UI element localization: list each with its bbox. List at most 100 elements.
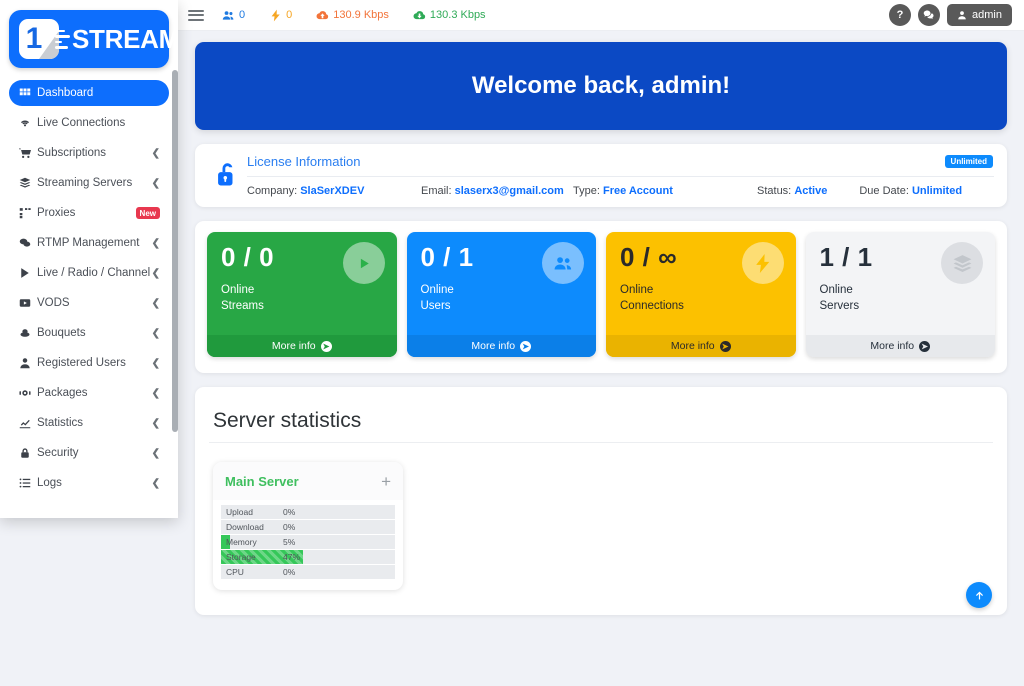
server-metrics: Upload 0% Download 0% Memory 5% Storage 47% CPU 0… (213, 500, 403, 590)
chevron-left-icon[interactable]: ❮ (152, 388, 160, 399)
stat-card-more-info[interactable]: More info ➤ (805, 335, 995, 357)
play-icon (20, 268, 29, 278)
list-icon (19, 478, 30, 488)
header-stat-cloud-download[interactable]: 130.3 Kbps (413, 9, 486, 22)
stat-card-label-line1: Online (420, 284, 454, 296)
sidebar-item-statistics[interactable]: Statistics ❮ (9, 410, 169, 436)
sidebar-item-streaming-servers[interactable]: Streaming Servers ❮ (9, 170, 169, 196)
header-stat-cloud-upload[interactable]: 130.9 Kbps (316, 9, 389, 22)
sidebar-item-bouquets[interactable]: Bouquets ❮ (9, 320, 169, 346)
chevron-left-icon[interactable]: ❮ (152, 358, 160, 369)
chevron-left-icon[interactable]: ❮ (152, 478, 160, 489)
sidebar-item-subscriptions[interactable]: Subscriptions ❮ (9, 140, 169, 166)
sidebar-item-proxies[interactable]: Proxies New (9, 200, 169, 226)
license-panel: License Information Company: SlaSerXDEV E… (195, 144, 1007, 207)
cart-icon (17, 147, 32, 159)
user-icon (19, 358, 30, 369)
chevron-left-icon[interactable]: ❮ (152, 448, 160, 459)
license-field-email: Email: slaserx3@gmail.com (421, 185, 573, 197)
chevron-left-icon[interactable]: ❮ (152, 268, 160, 279)
arrow-right-icon: ➤ (320, 340, 332, 352)
servers-icon (19, 177, 30, 188)
users-group-icon (554, 256, 571, 270)
grid-icon (19, 88, 30, 96)
server-metric-value: 0% (283, 567, 296, 577)
sidebar-scrollbar[interactable] (172, 70, 178, 432)
bolt-icon (271, 9, 280, 21)
scroll-to-top-button[interactable] (966, 582, 992, 608)
header-stat-users[interactable]: 0 (222, 9, 245, 22)
stat-card-more-info-label: More info (471, 340, 516, 352)
sitemap-icon (17, 207, 32, 219)
sidebar-item-vods[interactable]: VODS ❮ (9, 290, 169, 316)
server-metric-label: Storage (226, 552, 256, 562)
hamburger-icon[interactable] (188, 7, 204, 23)
sidebar-item-label: Streaming Servers (37, 177, 133, 189)
chevron-left-icon[interactable]: ❮ (152, 298, 160, 309)
sidebar-item-rtmp-management[interactable]: RTMP Management ❮ (9, 230, 169, 256)
chat-button[interactable] (918, 4, 941, 26)
stat-card-more-info-label: More info (271, 340, 316, 352)
license-field-value[interactable]: slaserx3@gmail.com (455, 185, 564, 197)
stat-card-streams[interactable]: 0 / 0 Online Streams More info ➤ (207, 232, 397, 357)
chevron-left-icon[interactable]: ❮ (152, 418, 160, 429)
server-metric-value: 5% (283, 537, 296, 547)
sidebar-item-logs[interactable]: Logs ❮ (9, 470, 169, 496)
chevron-left-icon[interactable]: ❮ (152, 178, 160, 189)
license-field-label: Due Date: (859, 185, 909, 197)
stat-card-more-info[interactable]: More info ➤ (406, 335, 596, 357)
sidebar-item-label: Registered Users (37, 357, 126, 369)
sidebar-item-registered-users[interactable]: Registered Users ❮ (9, 350, 169, 376)
sidebar-nav: Dashboard Live Connections Subscriptions ❮ S… (0, 76, 178, 496)
help-label: ? (896, 9, 904, 21)
logo-digit: 1 (25, 22, 43, 55)
sidebar-item-label: Logs (37, 477, 62, 489)
sidebar-item-packages[interactable]: Packages ❮ (9, 380, 169, 406)
server-metric-memory: Memory 5% (221, 535, 395, 549)
license-field-company: Company: SlaSerXDEV (247, 185, 421, 197)
wifi-icon (20, 120, 29, 127)
flower-icon (20, 329, 29, 337)
comments-icon (19, 238, 30, 247)
chevron-left-icon[interactable]: ❮ (152, 148, 160, 159)
stat-card-connections[interactable]: 0 / ∞ Online Connections More info ➤ (606, 232, 796, 357)
server-metric-cpu: CPU 0% (221, 565, 395, 579)
help-button[interactable]: ? (889, 4, 912, 26)
chevron-left-icon[interactable]: ❮ (152, 328, 160, 339)
license-field-value: Free Account (602, 185, 673, 197)
header-stat-bolt[interactable]: 0 (269, 9, 292, 22)
sidebar-item-label: Packages (37, 387, 88, 399)
stat-card-label-line2: Connections (620, 299, 684, 312)
sidebar-item-badge: New (135, 207, 160, 219)
chevron-left-icon[interactable]: ❮ (152, 238, 160, 249)
layers-icon (941, 242, 983, 284)
sidebar-item-security[interactable]: Security ❮ (9, 440, 169, 466)
users-group-icon (542, 242, 584, 284)
user-menu-button[interactable]: admin (947, 4, 1012, 26)
list-icon (17, 477, 32, 489)
sidebar-item-dashboard[interactable]: Dashboard (9, 80, 169, 106)
user-icon (17, 357, 32, 369)
sidebar-item-live-radio-channel[interactable]: Live / Radio / Channel ❮ (9, 260, 169, 286)
server-name: Main Server (225, 474, 299, 489)
header-actions: ? admin (889, 4, 1012, 26)
wifi-icon (17, 117, 32, 129)
header-stat-value: 130.9 Kbps (333, 9, 389, 21)
brand-logo[interactable]: 1 STREAM (0, 0, 178, 76)
stat-card-more-info[interactable]: More info ➤ (606, 335, 796, 357)
license-field-status: Status: Active (757, 185, 827, 197)
header-stats: 0 0 130.9 Kbps 130.3 Kbps (222, 9, 510, 22)
header-stat-value: 0 (286, 9, 293, 21)
stat-card-more-info[interactable]: More info ➤ (207, 335, 397, 357)
license-field-value: Active (794, 185, 828, 197)
expand-server-button[interactable]: + (381, 473, 391, 490)
stat-card-servers[interactable]: 1 / 1 Online Servers More info ➤ (805, 232, 995, 357)
sidebar-item-label: Bouquets (37, 327, 86, 339)
stat-cards-panel: 0 / 0 Online Streams More info ➤ 0 / 1 Online U… (195, 221, 1007, 373)
license-badge: Unlimited (944, 155, 993, 168)
stat-card-users[interactable]: 0 / 1 Online Users More info ➤ (406, 232, 596, 357)
cloud-upload-icon (316, 10, 329, 19)
servers-icon (17, 177, 32, 189)
header-stat-value: 0 (239, 9, 246, 21)
sidebar-item-live-connections[interactable]: Live Connections (9, 110, 169, 136)
